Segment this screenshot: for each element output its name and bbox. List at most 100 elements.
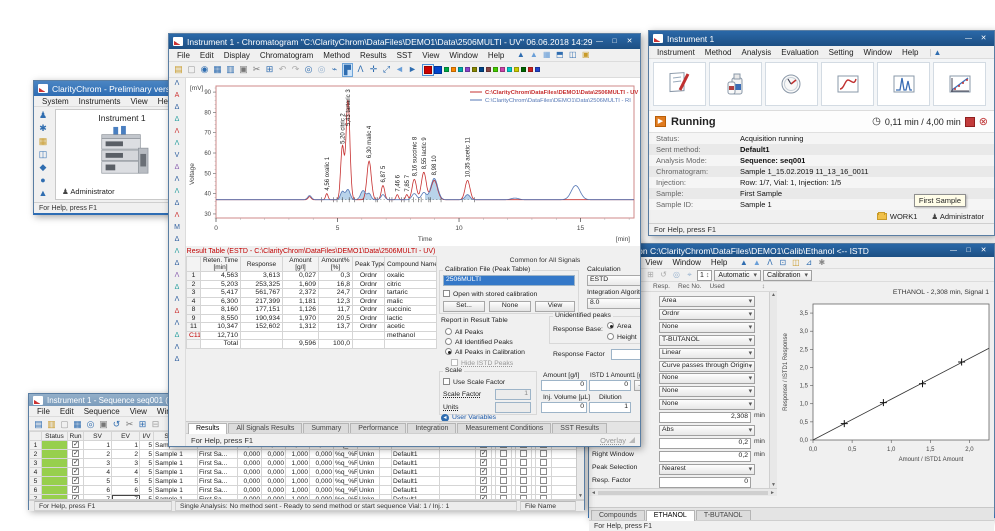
menu-instruments[interactable]: Instruments <box>74 97 126 106</box>
resize-grip[interactable] <box>629 437 635 443</box>
copy-icon[interactable]: ⊞ <box>645 269 656 281</box>
sequence-row[interactable]: 3335Sample 1First Sa...0,0000,0001,0000,… <box>30 459 579 468</box>
units-input[interactable] <box>495 402 531 413</box>
menu-window[interactable]: Window <box>667 258 705 267</box>
area-radio[interactable]: Area <box>607 322 631 330</box>
close-button[interactable]: ✕ <box>623 36 636 47</box>
all-peaks-calibration-radio[interactable]: All Peaks in Calibration <box>445 348 525 356</box>
run-checkbox[interactable] <box>72 495 79 500</box>
run-checkbox[interactable] <box>500 450 507 457</box>
run-checkbox[interactable] <box>540 477 547 484</box>
noise-icon[interactable]: Λ <box>172 342 183 354</box>
menu-edit[interactable]: Edit <box>195 51 219 60</box>
signal-color-13[interactable] <box>521 67 526 72</box>
maximize-button[interactable]: □ <box>608 36 621 47</box>
signal-color-3[interactable] <box>451 67 456 72</box>
recalibration-mode-select[interactable]: Automatic <box>714 270 761 281</box>
negative-peak-icon[interactable]: Δ <box>172 258 183 270</box>
field-select[interactable]: Ordnr <box>659 309 755 320</box>
multi-peak-icon[interactable]: M <box>172 222 183 234</box>
signal-color-0[interactable] <box>424 66 432 74</box>
run-checkbox[interactable] <box>520 450 527 457</box>
menu-help[interactable]: Help <box>706 258 732 267</box>
result-col-header[interactable]: Amount[g/l] <box>283 257 319 272</box>
menu-chromatogram[interactable]: Chromatogram <box>255 51 318 60</box>
run-checkbox[interactable] <box>500 477 507 484</box>
zoom-out-icon[interactable]: ◎ <box>316 63 327 77</box>
istd-browse-button[interactable]: ... <box>634 380 640 391</box>
menu-evaluation[interactable]: Evaluation <box>776 48 823 57</box>
result-row[interactable]: 88,160177,1511,12611,7Ordnrsuccinic <box>187 306 437 315</box>
signal-color-15[interactable] <box>535 67 540 72</box>
menu-analysis[interactable]: Analysis <box>736 48 776 57</box>
user-variables-button[interactable]: ◂User Variables <box>441 414 496 421</box>
data-acquisition-button[interactable] <box>821 62 874 106</box>
scale-factor-input[interactable]: 1 <box>495 389 531 400</box>
signal-color-9[interactable] <box>493 67 498 72</box>
field-select[interactable]: None <box>659 386 755 397</box>
dilution-input[interactable]: 1 <box>589 402 631 413</box>
import-icon[interactable]: ◫ <box>790 257 801 269</box>
redo-icon[interactable]: ↷ <box>290 63 301 77</box>
run-checkbox[interactable] <box>500 459 507 466</box>
sequence-row[interactable]: 2225Sample 1First Sa...0,0000,0001,0000,… <box>30 450 579 459</box>
device-monitor-button[interactable] <box>765 62 818 106</box>
export-icon[interactable]: ▣ <box>580 49 591 61</box>
menu-file[interactable]: File <box>32 407 55 416</box>
run-checkbox[interactable] <box>480 495 487 500</box>
run-checkbox[interactable] <box>520 477 527 484</box>
project-indicator[interactable]: WORK1 <box>877 212 918 221</box>
run-checkbox[interactable] <box>480 450 487 457</box>
field-select[interactable]: T-BUTANOL <box>659 335 755 346</box>
tab-ethanol[interactable]: ETHANOL <box>646 510 695 521</box>
tab-summary[interactable]: Summary <box>303 423 349 433</box>
menu-setting[interactable]: Setting <box>824 48 859 57</box>
result-row[interactable]: 46,300217,3991,18112,3Ordnrmalic <box>187 297 437 306</box>
common-icon[interactable]: Λ <box>172 78 183 90</box>
result-col-header[interactable]: Peak Type <box>353 257 385 272</box>
field-select[interactable]: Curve passes through Origin <box>659 361 755 372</box>
minimize-button[interactable]: — <box>962 33 975 44</box>
menu-edit[interactable]: Edit <box>55 407 79 416</box>
field-input[interactable]: 2,308 <box>659 412 751 423</box>
peak-tool-icon[interactable]: ▛ <box>342 63 353 77</box>
response-factor-input[interactable]: 0 <box>611 349 640 360</box>
run-checkbox[interactable] <box>72 441 79 448</box>
field-input[interactable]: 0 <box>659 477 751 488</box>
signal-color-8[interactable] <box>486 67 491 72</box>
peak-end-icon[interactable]: Λ <box>172 138 183 150</box>
zoom-icon[interactable]: ◎ <box>303 63 314 77</box>
seq-col-header[interactable]: SV <box>84 432 112 441</box>
set-button[interactable]: Set... <box>443 301 485 312</box>
open-icon[interactable]: ▥ <box>46 418 57 430</box>
tables-icon[interactable]: ▦ <box>541 49 552 61</box>
chromatogram-titlebar[interactable]: Instrument 1 - Chromatogram "C:\ClarityC… <box>169 34 640 49</box>
signal-color-4[interactable] <box>458 67 463 72</box>
run-checkbox[interactable] <box>480 459 487 466</box>
result-row[interactable]: 25,203253,3251,60916,8Ordnrcitric <box>187 280 437 289</box>
tab-integration[interactable]: Integration <box>407 423 456 433</box>
compound-scrollbar[interactable]: ▲▼ <box>769 292 777 488</box>
zoom-icon[interactable]: ◎ <box>671 269 682 281</box>
login-icon[interactable]: ♟ <box>38 109 49 121</box>
result-col-header[interactable]: Reten. Time[min] <box>201 257 241 272</box>
options-icon[interactable]: ✱ <box>816 257 827 269</box>
undo-icon[interactable]: ↺ <box>658 269 669 281</box>
overlay-toggle[interactable]: Overlay <box>600 436 626 445</box>
valley-sep-icon[interactable]: Δ <box>172 234 183 246</box>
new-icon[interactable]: ▤ <box>33 418 44 430</box>
settings-icon[interactable]: ✱ <box>38 122 49 134</box>
hide-istd-checkbox[interactable]: Hide ISTD Peaks <box>451 359 513 367</box>
run-checkbox[interactable] <box>72 450 79 457</box>
recno-column-header[interactable]: Rec No. <box>678 283 701 290</box>
run-checkbox[interactable] <box>520 495 527 500</box>
cut-icon[interactable]: ✂ <box>251 63 262 77</box>
minimize-button[interactable]: — <box>593 36 606 47</box>
layout-icon[interactable]: ⬒ <box>554 49 565 61</box>
signal-color-2[interactable] <box>444 67 449 72</box>
panes-icon[interactable]: ◫ <box>567 49 578 61</box>
calibration-button[interactable] <box>933 62 986 106</box>
run-checkbox[interactable] <box>72 468 79 475</box>
copy-icon[interactable]: ⊞ <box>264 63 275 77</box>
open-chromatogram-icon[interactable]: ▤ <box>173 63 184 77</box>
